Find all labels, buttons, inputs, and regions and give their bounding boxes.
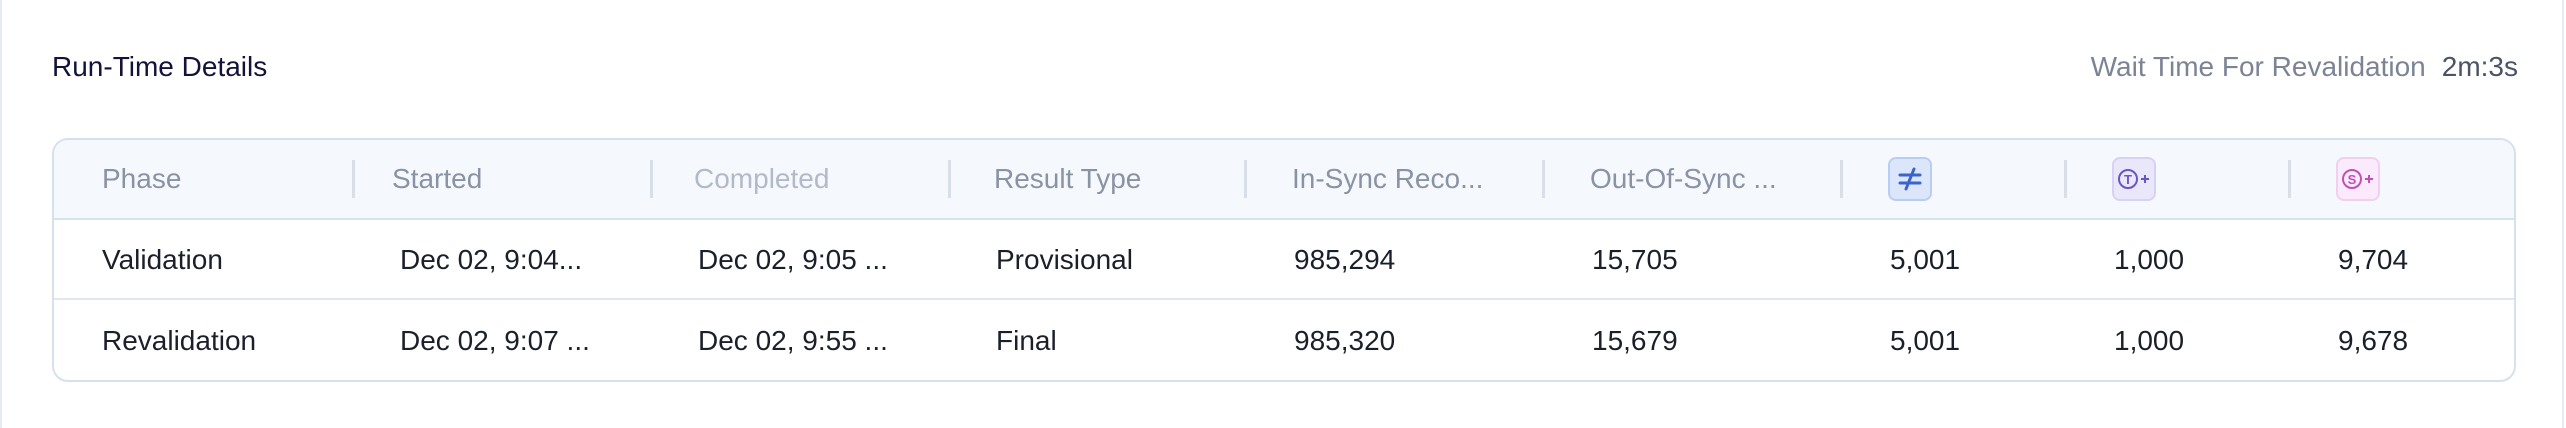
cell-phase: Validation xyxy=(102,244,223,275)
column-resize-handle[interactable] xyxy=(948,160,951,198)
column-header-completed[interactable]: Completed xyxy=(694,140,934,218)
svg-text:S: S xyxy=(2348,172,2357,187)
column-resize-handle[interactable] xyxy=(1840,160,1843,198)
column-resize-handle[interactable] xyxy=(2288,160,2291,198)
table-row[interactable]: Validation Dec 02, 9:04... Dec 02, 9:05 … xyxy=(54,220,2514,300)
wait-time: Wait Time For Revalidation 2m:3s xyxy=(2091,50,2518,84)
column-resize-handle[interactable] xyxy=(352,160,355,198)
section-title: Run-Time Details xyxy=(52,51,268,82)
cell-result-type: Final xyxy=(996,325,1057,356)
column-header-result-type[interactable]: Result Type xyxy=(994,140,1234,218)
table-header: Phase Started Completed Result Type In-S… xyxy=(54,140,2514,220)
cell-out-of-sync: 15,705 xyxy=(1592,244,1678,275)
cell-completed: Dec 02, 9:05 ... xyxy=(698,244,888,275)
cell-in-sync: 985,320 xyxy=(1294,325,1396,356)
column-resize-handle[interactable] xyxy=(1244,160,1247,198)
cell-started: Dec 02, 9:04... xyxy=(400,244,583,275)
cell-mismatch: 5,001 xyxy=(1890,244,1961,275)
cell-out-of-sync: 15,679 xyxy=(1592,325,1678,356)
cell-mismatch: 5,001 xyxy=(1890,325,1961,356)
column-header-out-of-sync-records[interactable]: Out-Of-Sync ... xyxy=(1590,140,1828,218)
wait-time-value: 2m:3s xyxy=(2441,51,2518,82)
column-header-source-only[interactable]: S xyxy=(2336,140,2456,218)
column-header-target-only[interactable]: T xyxy=(2112,140,2232,218)
column-header-started[interactable]: Started xyxy=(392,140,632,218)
column-resize-handle[interactable] xyxy=(2064,160,2067,198)
not-equal-icon xyxy=(1888,157,1932,201)
run-time-details-panel: Run-Time Details Wait Time For Revalidat… xyxy=(0,0,2564,428)
cell-target-only: 1,000 xyxy=(2114,244,2185,275)
cell-source-only: 9,678 xyxy=(2338,325,2409,356)
column-header-in-sync-records[interactable]: In-Sync Reco... xyxy=(1292,140,1530,218)
cell-target-only: 1,000 xyxy=(2114,325,2185,356)
column-resize-handle[interactable] xyxy=(650,160,653,198)
cell-started: Dec 02, 9:07 ... xyxy=(400,325,590,356)
cell-in-sync: 985,294 xyxy=(1294,244,1396,275)
column-resize-handle[interactable] xyxy=(1542,160,1545,198)
run-time-table: Phase Started Completed Result Type In-S… xyxy=(52,138,2516,382)
target-plus-icon: T xyxy=(2112,157,2156,201)
column-header-phase[interactable]: Phase xyxy=(102,140,342,218)
cell-completed: Dec 02, 9:55 ... xyxy=(698,325,888,356)
table-row[interactable]: Revalidation Dec 02, 9:07 ... Dec 02, 9:… xyxy=(54,301,2514,380)
wait-time-label: Wait Time For Revalidation xyxy=(2090,51,2426,82)
column-header-mismatch[interactable] xyxy=(1888,140,2008,218)
cell-result-type: Provisional xyxy=(996,244,1133,275)
cell-source-only: 9,704 xyxy=(2338,244,2409,275)
cell-phase: Revalidation xyxy=(102,325,257,356)
source-plus-icon: S xyxy=(2336,157,2380,201)
svg-text:T: T xyxy=(2124,172,2132,187)
